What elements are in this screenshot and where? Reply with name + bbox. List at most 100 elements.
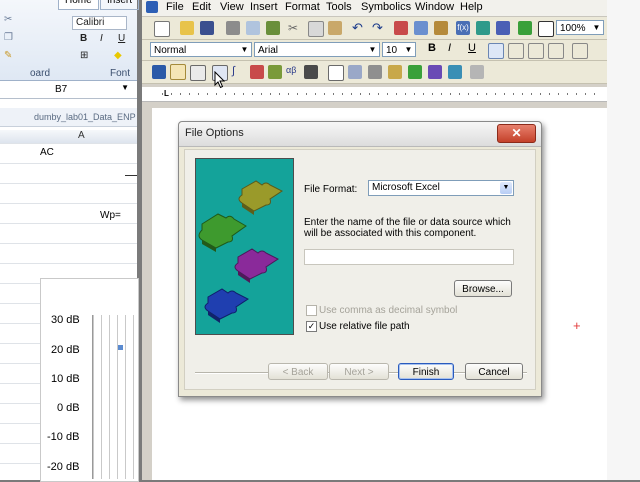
- contour-plot-icon[interactable]: [408, 65, 422, 79]
- bold-button[interactable]: B: [428, 42, 436, 54]
- excel-tab-home[interactable]: Home: [58, 0, 99, 10]
- cell-divider-line: [125, 175, 137, 176]
- italic-button[interactable]: I: [448, 42, 451, 54]
- list-icon[interactable]: [496, 21, 510, 35]
- close-button[interactable]: ✕: [497, 124, 536, 143]
- surface-plot-icon[interactable]: [388, 65, 402, 79]
- insert-component-icon[interactable]: [476, 21, 490, 35]
- column-a-header[interactable]: A: [78, 130, 85, 141]
- cell-ac[interactable]: AC: [40, 147, 54, 158]
- copy-icon[interactable]: ❐: [4, 32, 13, 43]
- finish-button[interactable]: Finish: [398, 363, 454, 380]
- cut-icon[interactable]: ✂: [288, 21, 302, 35]
- boolean-icon[interactable]: [268, 65, 282, 79]
- chevron-down-icon[interactable]: ▼: [367, 44, 378, 55]
- cancel-button[interactable]: Cancel: [465, 363, 523, 380]
- integral-icon[interactable]: ∫: [232, 65, 246, 79]
- evaluate-icon[interactable]: [250, 65, 264, 79]
- print-icon[interactable]: [226, 21, 240, 35]
- use-comma-checkbox[interactable]: [306, 305, 317, 316]
- source-input[interactable]: [304, 249, 514, 265]
- table-icon[interactable]: [394, 21, 408, 35]
- graph-icon[interactable]: [328, 65, 344, 81]
- programming-icon[interactable]: [304, 65, 318, 79]
- cut-icon[interactable]: ✂: [4, 14, 12, 25]
- zoom-combo[interactable]: 100% ▼: [556, 20, 604, 35]
- save-icon[interactable]: [200, 21, 214, 35]
- calculate-icon[interactable]: [518, 21, 532, 35]
- browse-button[interactable]: Browse...: [454, 280, 512, 297]
- open-folder-icon[interactable]: [180, 21, 194, 35]
- excel-italic-button[interactable]: I: [100, 33, 103, 44]
- use-relative-path-checkbox[interactable]: ✓: [306, 321, 317, 332]
- fill-color-icon[interactable]: ◆: [114, 50, 122, 61]
- justify-icon[interactable]: [548, 43, 564, 59]
- tab-stop-icon[interactable]: L: [164, 89, 169, 98]
- ruler[interactable]: L: [142, 87, 607, 102]
- style-value: Normal: [154, 45, 187, 56]
- page-margin-area: [607, 0, 640, 480]
- menu-file[interactable]: File: [166, 1, 184, 13]
- file-format-select[interactable]: Microsoft Excel ▼: [368, 180, 514, 196]
- back-button[interactable]: < Back: [268, 363, 328, 380]
- align-right-icon[interactable]: [528, 43, 544, 59]
- polar-plot-icon[interactable]: [368, 65, 382, 79]
- drawing-icon[interactable]: [434, 21, 448, 35]
- scatter-icon[interactable]: [348, 65, 362, 79]
- chevron-down-icon[interactable]: ▼: [239, 44, 250, 55]
- align-left-icon[interactable]: [488, 43, 504, 59]
- vector-plot-icon[interactable]: [448, 65, 462, 79]
- excel-bold-button[interactable]: B: [80, 33, 87, 44]
- underline-button[interactable]: U: [468, 42, 476, 54]
- align-center-icon[interactable]: [508, 43, 524, 59]
- redo-icon[interactable]: ↷: [372, 20, 386, 35]
- puzzle-pieces-icon: [198, 180, 283, 323]
- format-painter-icon[interactable]: ✎: [4, 50, 12, 61]
- excel-chart[interactable]: 30 dB 20 dB 10 dB 0 dB -10 dB -20 dB: [40, 278, 139, 482]
- chart-y-label-4: 0 dB: [57, 402, 80, 414]
- excel-underline-button[interactable]: U: [118, 33, 125, 44]
- style-combo[interactable]: Normal ▼: [150, 42, 252, 57]
- indent-icon[interactable]: [572, 43, 588, 59]
- new-document-icon[interactable]: [154, 21, 170, 37]
- window-icon[interactable]: [538, 21, 554, 37]
- plot-icon[interactable]: [170, 64, 186, 80]
- excel-table-icon[interactable]: [414, 21, 428, 35]
- matrix-icon[interactable]: [190, 65, 206, 81]
- excel-font-combo[interactable]: Calibri: [72, 16, 127, 30]
- menu-help[interactable]: Help: [460, 1, 483, 13]
- function-icon[interactable]: f(x): [456, 21, 470, 35]
- excel-name-box[interactable]: B7 ▼: [0, 82, 137, 99]
- dialog-title-bar[interactable]: File Options ✕: [179, 122, 541, 147]
- symbolics-toolbar: ∫ αβ: [142, 61, 607, 84]
- font-combo[interactable]: Arial ▼: [254, 42, 380, 57]
- excel-tab-insert[interactable]: Insert: [100, 0, 140, 10]
- image-icon[interactable]: [470, 65, 484, 79]
- next-button[interactable]: Next >: [329, 363, 389, 380]
- bar-plot-icon[interactable]: [428, 65, 442, 79]
- excel-group-clipboard: oard: [30, 68, 51, 79]
- cell-wp[interactable]: Wp=: [100, 210, 121, 221]
- chevron-down-icon[interactable]: ▼: [403, 44, 414, 55]
- greek-icon[interactable]: αβ: [286, 65, 300, 79]
- zoom-value: 100%: [560, 23, 586, 34]
- border-icon[interactable]: ⊞: [80, 50, 88, 61]
- paste-icon[interactable]: [328, 21, 342, 35]
- menu-format[interactable]: Format: [285, 1, 320, 13]
- chevron-down-icon[interactable]: ▼: [591, 22, 602, 33]
- print-preview-icon[interactable]: [246, 21, 260, 35]
- menu-insert[interactable]: Insert: [250, 1, 278, 13]
- menu-symbolics[interactable]: Symbolics: [361, 1, 411, 13]
- chevron-down-icon[interactable]: ▼: [500, 182, 512, 194]
- font-size-combo[interactable]: 10 ▼: [382, 42, 416, 57]
- menu-tools[interactable]: Tools: [326, 1, 352, 13]
- undo-icon[interactable]: ↶: [352, 20, 366, 35]
- menu-edit[interactable]: Edit: [192, 1, 211, 13]
- menu-window[interactable]: Window: [415, 1, 454, 13]
- chevron-down-icon[interactable]: ▼: [121, 83, 129, 92]
- menu-view[interactable]: View: [220, 1, 244, 13]
- copy-icon[interactable]: [308, 21, 324, 37]
- chart-y-label-3: 10 dB: [51, 373, 80, 385]
- spelling-icon[interactable]: [266, 21, 280, 35]
- component-icon[interactable]: [152, 65, 166, 79]
